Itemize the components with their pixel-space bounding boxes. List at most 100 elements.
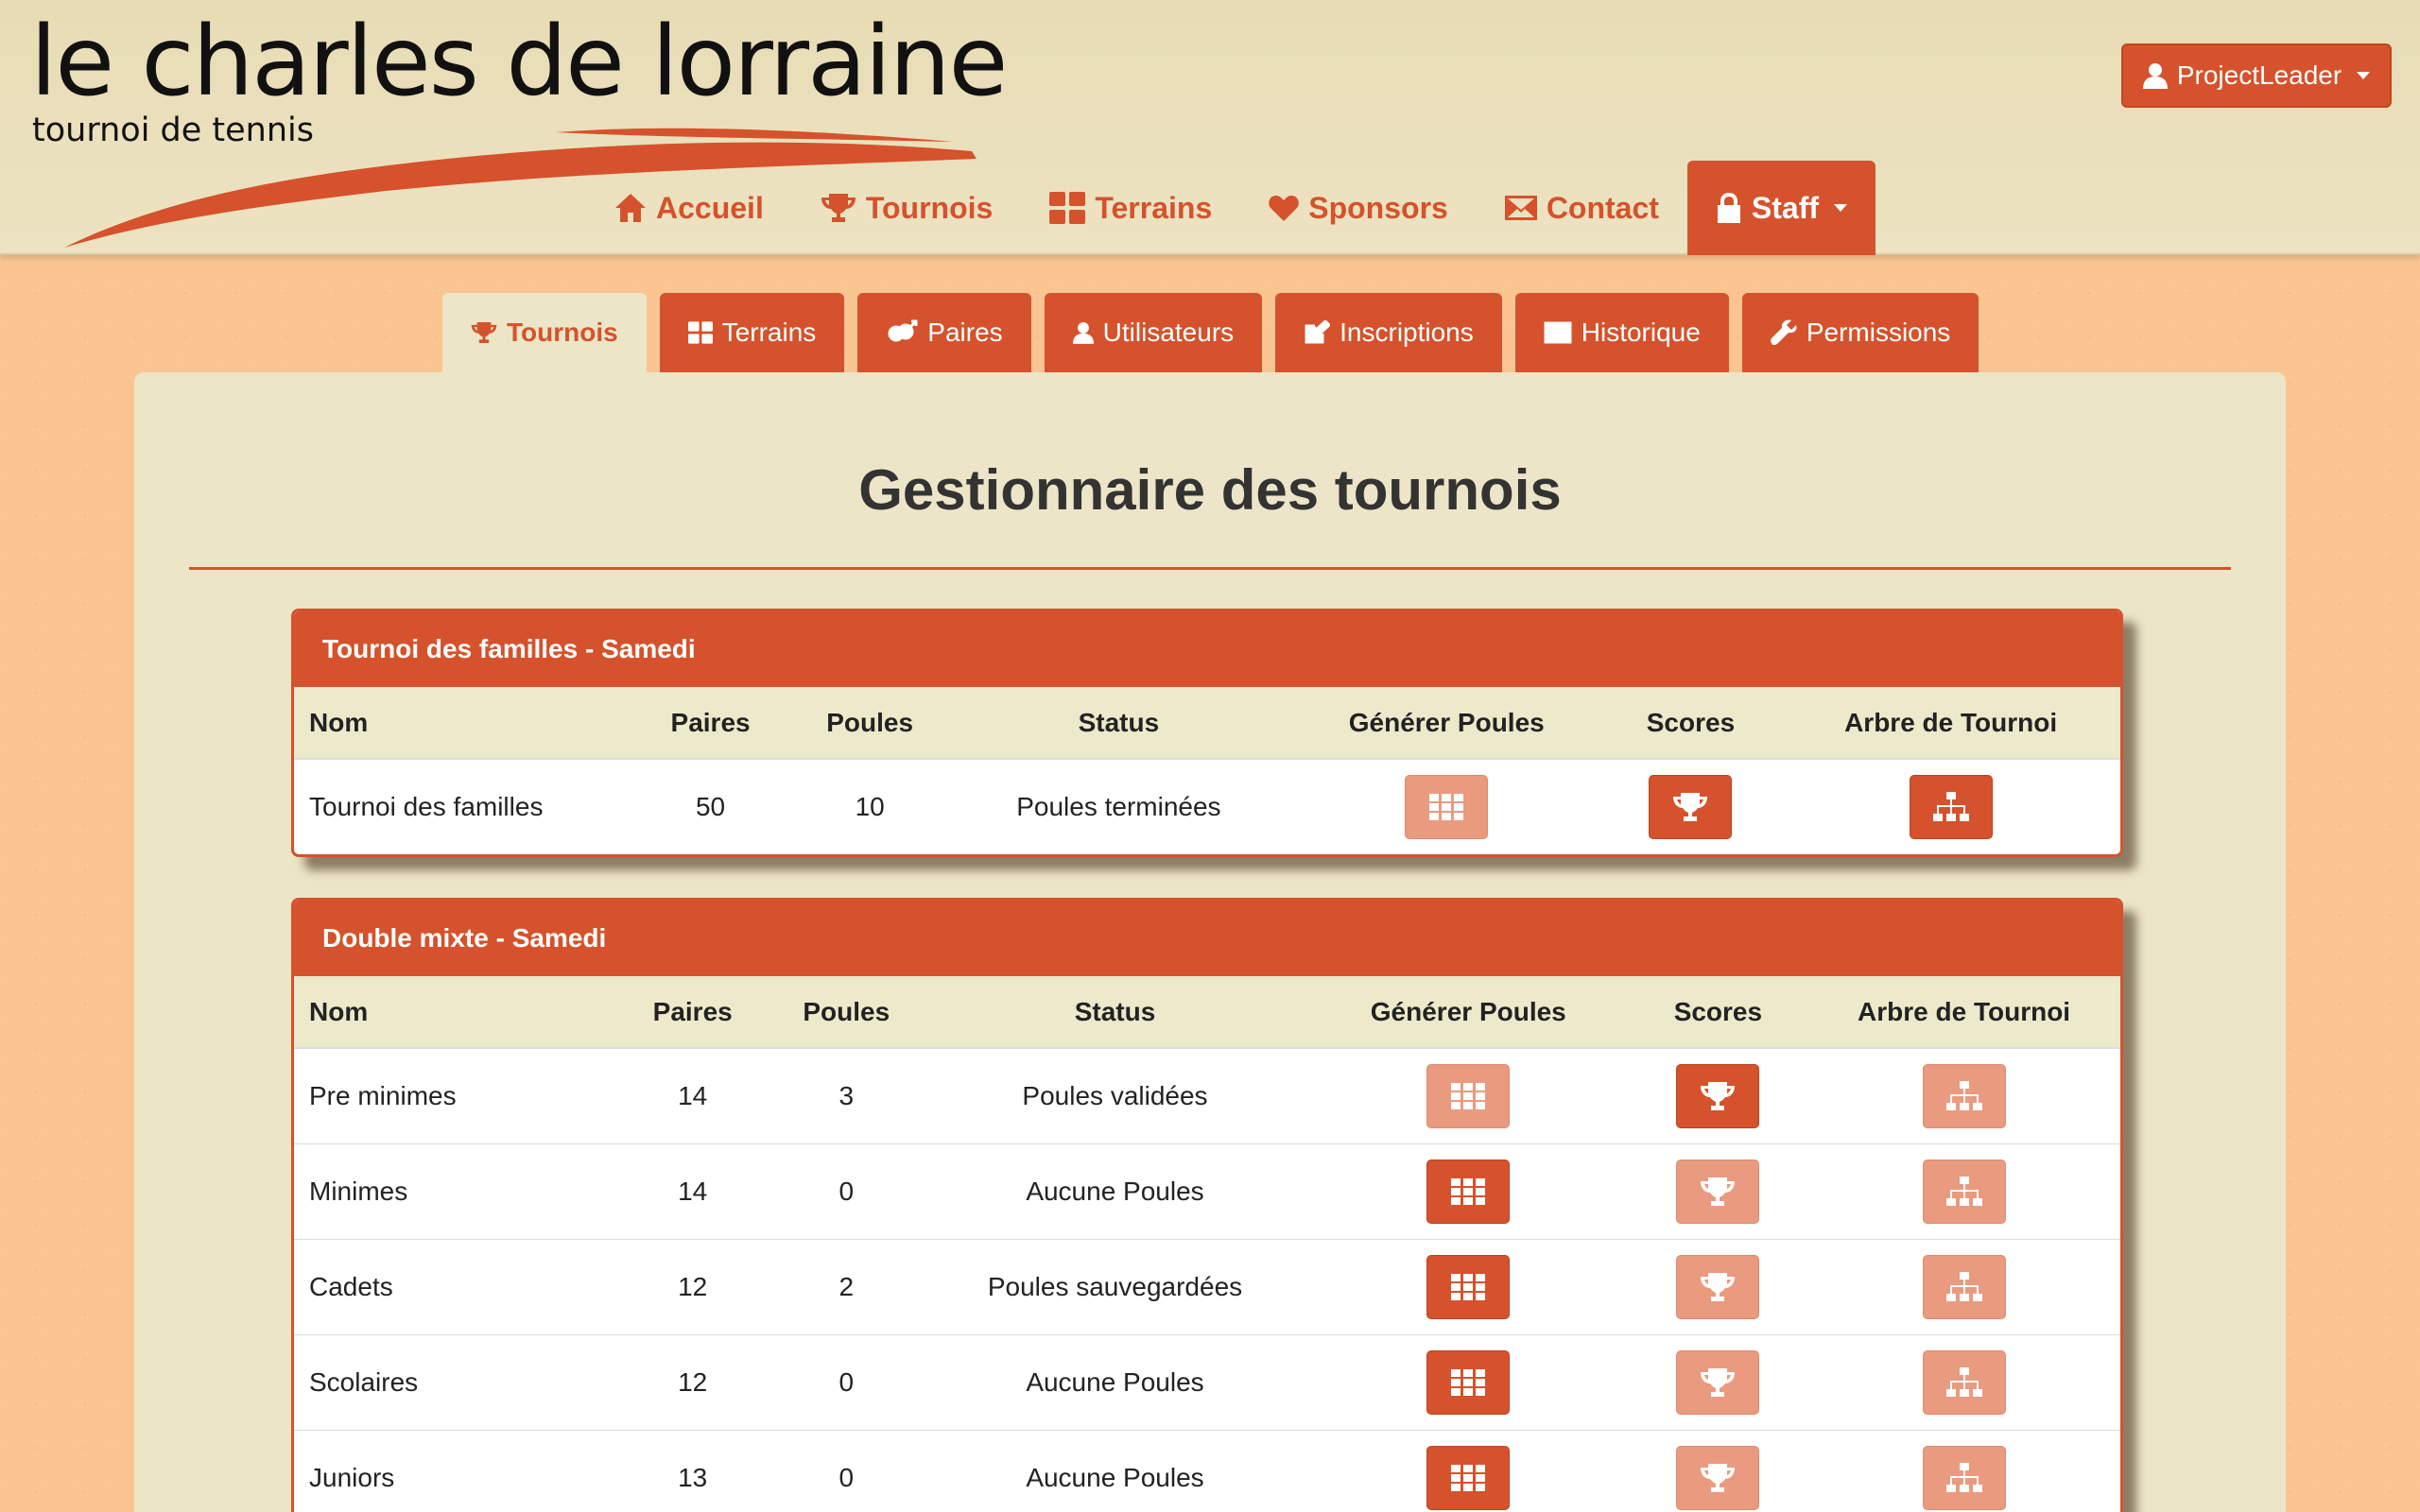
cell-nom: Minimes <box>294 1143 614 1239</box>
nav-item-accueil[interactable]: Accueil <box>586 161 792 255</box>
gender-icon <box>888 319 918 342</box>
col-header-poules: Poules <box>770 976 923 1049</box>
sitemap-icon <box>1945 1462 1982 1492</box>
table-header-row: Nom Paires Poules Status Générer Poules … <box>294 687 2120 760</box>
user-menu-button[interactable]: ProjectLeader <box>2121 43 2392 108</box>
table-row: Scolaires 12 0 Aucune Poules <box>294 1333 2120 1430</box>
col-header-paires: Paires <box>614 976 771 1049</box>
nav-item-label: Sponsors <box>1308 190 1448 225</box>
nav-item-terrains[interactable]: Terrains <box>1021 161 1240 255</box>
cell-nom: Scolaires <box>294 1333 614 1430</box>
main-navigation: Accueil Tournois Terrains Sponsors Conta… <box>586 161 1876 255</box>
tournament-table-body: Pre minimes 14 3 Poules validées Minimes 14 0 A… <box>294 1047 2120 1512</box>
tab-tournois[interactable]: Tournois <box>442 293 647 372</box>
cell-status: Aucune Poules <box>922 1429 1308 1512</box>
tab-terrains[interactable]: Terrains <box>659 293 845 372</box>
staff-subtabs: Tournois Terrains Paires Utilisateurs In… <box>442 293 1979 372</box>
tournament-tree-button[interactable] <box>1922 1063 2006 1128</box>
chevron-down-icon <box>1834 204 1848 212</box>
tournament-table: Nom Paires Poules Status Générer Poules … <box>294 687 2120 854</box>
col-header-scores: Scores <box>1599 687 1782 760</box>
tab-utilisateurs[interactable]: Utilisateurs <box>1044 293 1263 372</box>
cell-poules: 0 <box>770 1429 923 1512</box>
trophy-icon <box>1701 1081 1736 1110</box>
trophy-icon <box>821 194 856 222</box>
tab-historique[interactable]: Historique <box>1514 293 1729 372</box>
tab-label: Historique <box>1581 318 1701 347</box>
trophy-icon <box>1673 793 1708 821</box>
col-header-arbre: Arbre de Tournoi <box>1781 687 2120 760</box>
cell-status: Aucune Poules <box>922 1333 1308 1430</box>
home-icon <box>615 194 646 222</box>
sitemap-icon <box>1945 1080 1982 1110</box>
sitemap-icon <box>1945 1176 1982 1206</box>
tab-label: Paires <box>927 318 1003 347</box>
col-header-generer: Générer Poules <box>1292 687 1600 760</box>
generate-poules-button[interactable] <box>1426 1254 1511 1319</box>
tab-label: Utilisateurs <box>1102 318 1235 347</box>
heart-icon <box>1269 196 1300 221</box>
cell-status: Poules terminées <box>944 758 1293 854</box>
trophy-icon <box>1701 1367 1736 1397</box>
logo-subtitle: tournoi de tennis <box>32 112 314 149</box>
nav-item-label: Contact <box>1546 190 1659 225</box>
sitemap-icon <box>1945 1271 1982 1301</box>
generate-poules-button[interactable] <box>1426 1349 1511 1415</box>
cell-status: Poules validées <box>922 1047 1308 1143</box>
scores-button[interactable] <box>1676 1063 1760 1128</box>
col-header-arbre: Arbre de Tournoi <box>1807 976 2120 1049</box>
tournament-card-title: Double mixte - Samedi <box>294 901 2120 976</box>
tab-inscriptions[interactable]: Inscriptions <box>1275 293 1502 372</box>
scores-button[interactable] <box>1676 1445 1760 1510</box>
cell-status: Poules sauvegardées <box>922 1238 1308 1334</box>
nav-item-label: Tournois <box>865 190 994 225</box>
cell-nom: Tournoi des familles <box>294 758 626 854</box>
col-header-status: Status <box>944 687 1293 760</box>
cell-nom: Pre minimes <box>294 1047 614 1143</box>
table-row: Tournoi des familles 50 10 Poules termin… <box>294 758 2120 854</box>
col-header-scores: Scores <box>1628 976 1808 1049</box>
tournament-tree-button[interactable] <box>1909 775 1993 839</box>
tournament-tree-button[interactable] <box>1922 1159 2006 1224</box>
generate-poules-button[interactable] <box>1426 1159 1511 1224</box>
cell-poules: 10 <box>795 758 944 854</box>
title-divider <box>189 567 2231 570</box>
lock-icon <box>1717 193 1740 223</box>
trophy-icon <box>1701 1463 1736 1492</box>
scores-button[interactable] <box>1649 775 1733 839</box>
nav-item-label: Terrains <box>1095 190 1213 225</box>
tournament-tree-button[interactable] <box>1922 1445 2006 1510</box>
cell-nom: Juniors <box>294 1429 614 1512</box>
tab-paires[interactable]: Paires <box>857 293 1031 372</box>
sitemap-icon <box>1932 792 1969 821</box>
cell-paires: 14 <box>614 1143 771 1239</box>
col-header-paires: Paires <box>625 687 796 760</box>
nav-item-tournois[interactable]: Tournois <box>792 161 1022 255</box>
nav-item-contact[interactable]: Contact <box>1477 161 1687 255</box>
col-header-poules: Poules <box>795 687 944 760</box>
scores-button[interactable] <box>1676 1254 1760 1319</box>
cell-poules: 2 <box>770 1238 923 1334</box>
cell-paires: 12 <box>614 1333 771 1430</box>
main-panel: Gestionnaire des tournois Tournoi des fa… <box>134 372 2286 1512</box>
tournament-tree-button[interactable] <box>1922 1349 2006 1415</box>
scores-button[interactable] <box>1676 1349 1760 1415</box>
cell-status: Aucune Poules <box>922 1143 1308 1239</box>
grid-icon <box>687 321 713 344</box>
scores-button[interactable] <box>1676 1159 1760 1224</box>
wrench-icon <box>1770 319 1797 345</box>
generate-poules-button[interactable] <box>1405 775 1489 839</box>
tournament-tree-button[interactable] <box>1922 1254 2006 1319</box>
generate-poules-button[interactable] <box>1426 1063 1511 1128</box>
col-header-nom: Nom <box>294 687 626 760</box>
cell-paires: 50 <box>625 758 796 854</box>
nav-item-sponsors[interactable]: Sponsors <box>1240 161 1477 255</box>
logo-title: le charles de lorraine <box>30 6 1008 118</box>
nav-item-staff[interactable]: Staff <box>1686 161 1876 255</box>
user-icon <box>2142 63 2168 89</box>
trophy-icon <box>471 321 497 344</box>
tab-permissions[interactable]: Permissions <box>1741 293 1979 372</box>
table-row: Minimes 14 0 Aucune Poules <box>294 1143 2120 1239</box>
envelope-icon <box>1504 196 1537 220</box>
generate-poules-button[interactable] <box>1426 1445 1511 1510</box>
